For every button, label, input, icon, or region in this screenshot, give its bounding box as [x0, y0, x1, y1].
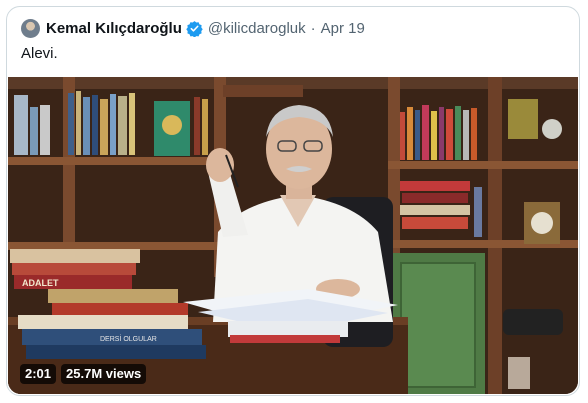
tweet-header: Kemal Kılıçdaroğlu @kilicdarogluk · Apr … — [21, 18, 365, 38]
author-handle[interactable]: @kilicdarogluk — [208, 20, 306, 37]
book-spine-text: DERSİ OLGULAR — [100, 334, 157, 343]
video-views: 25.7M views — [61, 364, 147, 384]
video-player[interactable]: ADALET DERSİ OLGULAR 2:01 25.7M views — [8, 77, 578, 394]
author-name[interactable]: Kemal Kılıçdaroğlu — [46, 20, 182, 37]
book-spine-text: ADALET — [22, 278, 59, 288]
avatar[interactable] — [21, 18, 40, 38]
tweet-date[interactable]: Apr 19 — [321, 20, 365, 37]
video-frame: ADALET DERSİ OLGULAR — [8, 77, 578, 394]
video-duration: 2:01 — [20, 364, 57, 384]
verified-badge-icon — [186, 20, 203, 37]
tweet-card[interactable]: Kemal Kılıçdaroğlu @kilicdarogluk · Apr … — [6, 6, 580, 396]
separator-dot: · — [310, 19, 316, 37]
tweet-text: Alevi. — [21, 45, 58, 62]
video-overlay: 2:01 25.7M views — [20, 364, 147, 384]
